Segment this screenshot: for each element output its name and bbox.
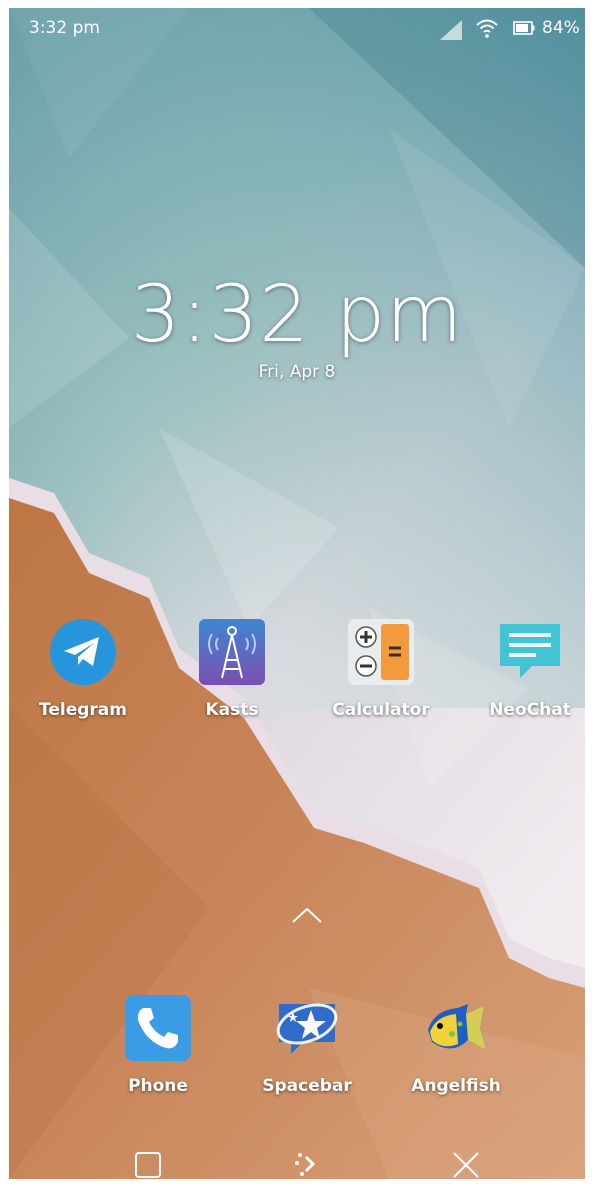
status-indicators: 84% [425,16,585,40]
status-bar: 3:32 pm 84% [9,8,585,48]
chevron-up-icon[interactable] [291,905,323,925]
app-spacebar[interactable]: Spacebar [247,994,367,1096]
app-label: Kasts [205,700,259,720]
wifi-icon [476,19,498,38]
app-angelfish[interactable]: Angelfish [396,994,516,1096]
home-screen: 3:32 pm 84% 3:32 pm Fri, Apr 8 Telegram … [9,8,585,1179]
app-label: Telegram [39,700,127,720]
calculator-icon [348,619,414,685]
app-label: Phone [128,1076,188,1096]
status-time: 3:32 pm [29,18,100,38]
app-label: Angelfish [411,1076,501,1096]
task-switcher-icon[interactable] [131,1148,165,1179]
kasts-icon [199,619,265,685]
spacebar-icon [276,1003,338,1054]
close-icon[interactable] [449,1148,483,1179]
home-icon[interactable] [289,1148,323,1179]
lockscreen-clock: 3:32 pm [130,270,464,360]
neochat-icon [500,624,560,678]
app-neochat[interactable]: NeoChat [470,618,585,720]
battery-icon [513,21,535,35]
app-kasts[interactable]: Kasts [172,618,292,720]
app-label: NeoChat [489,700,571,720]
signal-icon [440,20,462,40]
lockscreen-date: Fri, Apr 8 [258,362,336,382]
phone-icon [125,995,191,1061]
battery-percent: 84% [542,18,580,38]
telegram-icon [50,619,116,685]
app-label: Spacebar [262,1076,352,1096]
app-label: Calculator [332,700,430,720]
app-calculator[interactable]: Calculator [321,618,441,720]
angelfish-icon [428,1004,486,1050]
app-telegram[interactable]: Telegram [23,618,143,720]
app-phone[interactable]: Phone [98,994,218,1096]
